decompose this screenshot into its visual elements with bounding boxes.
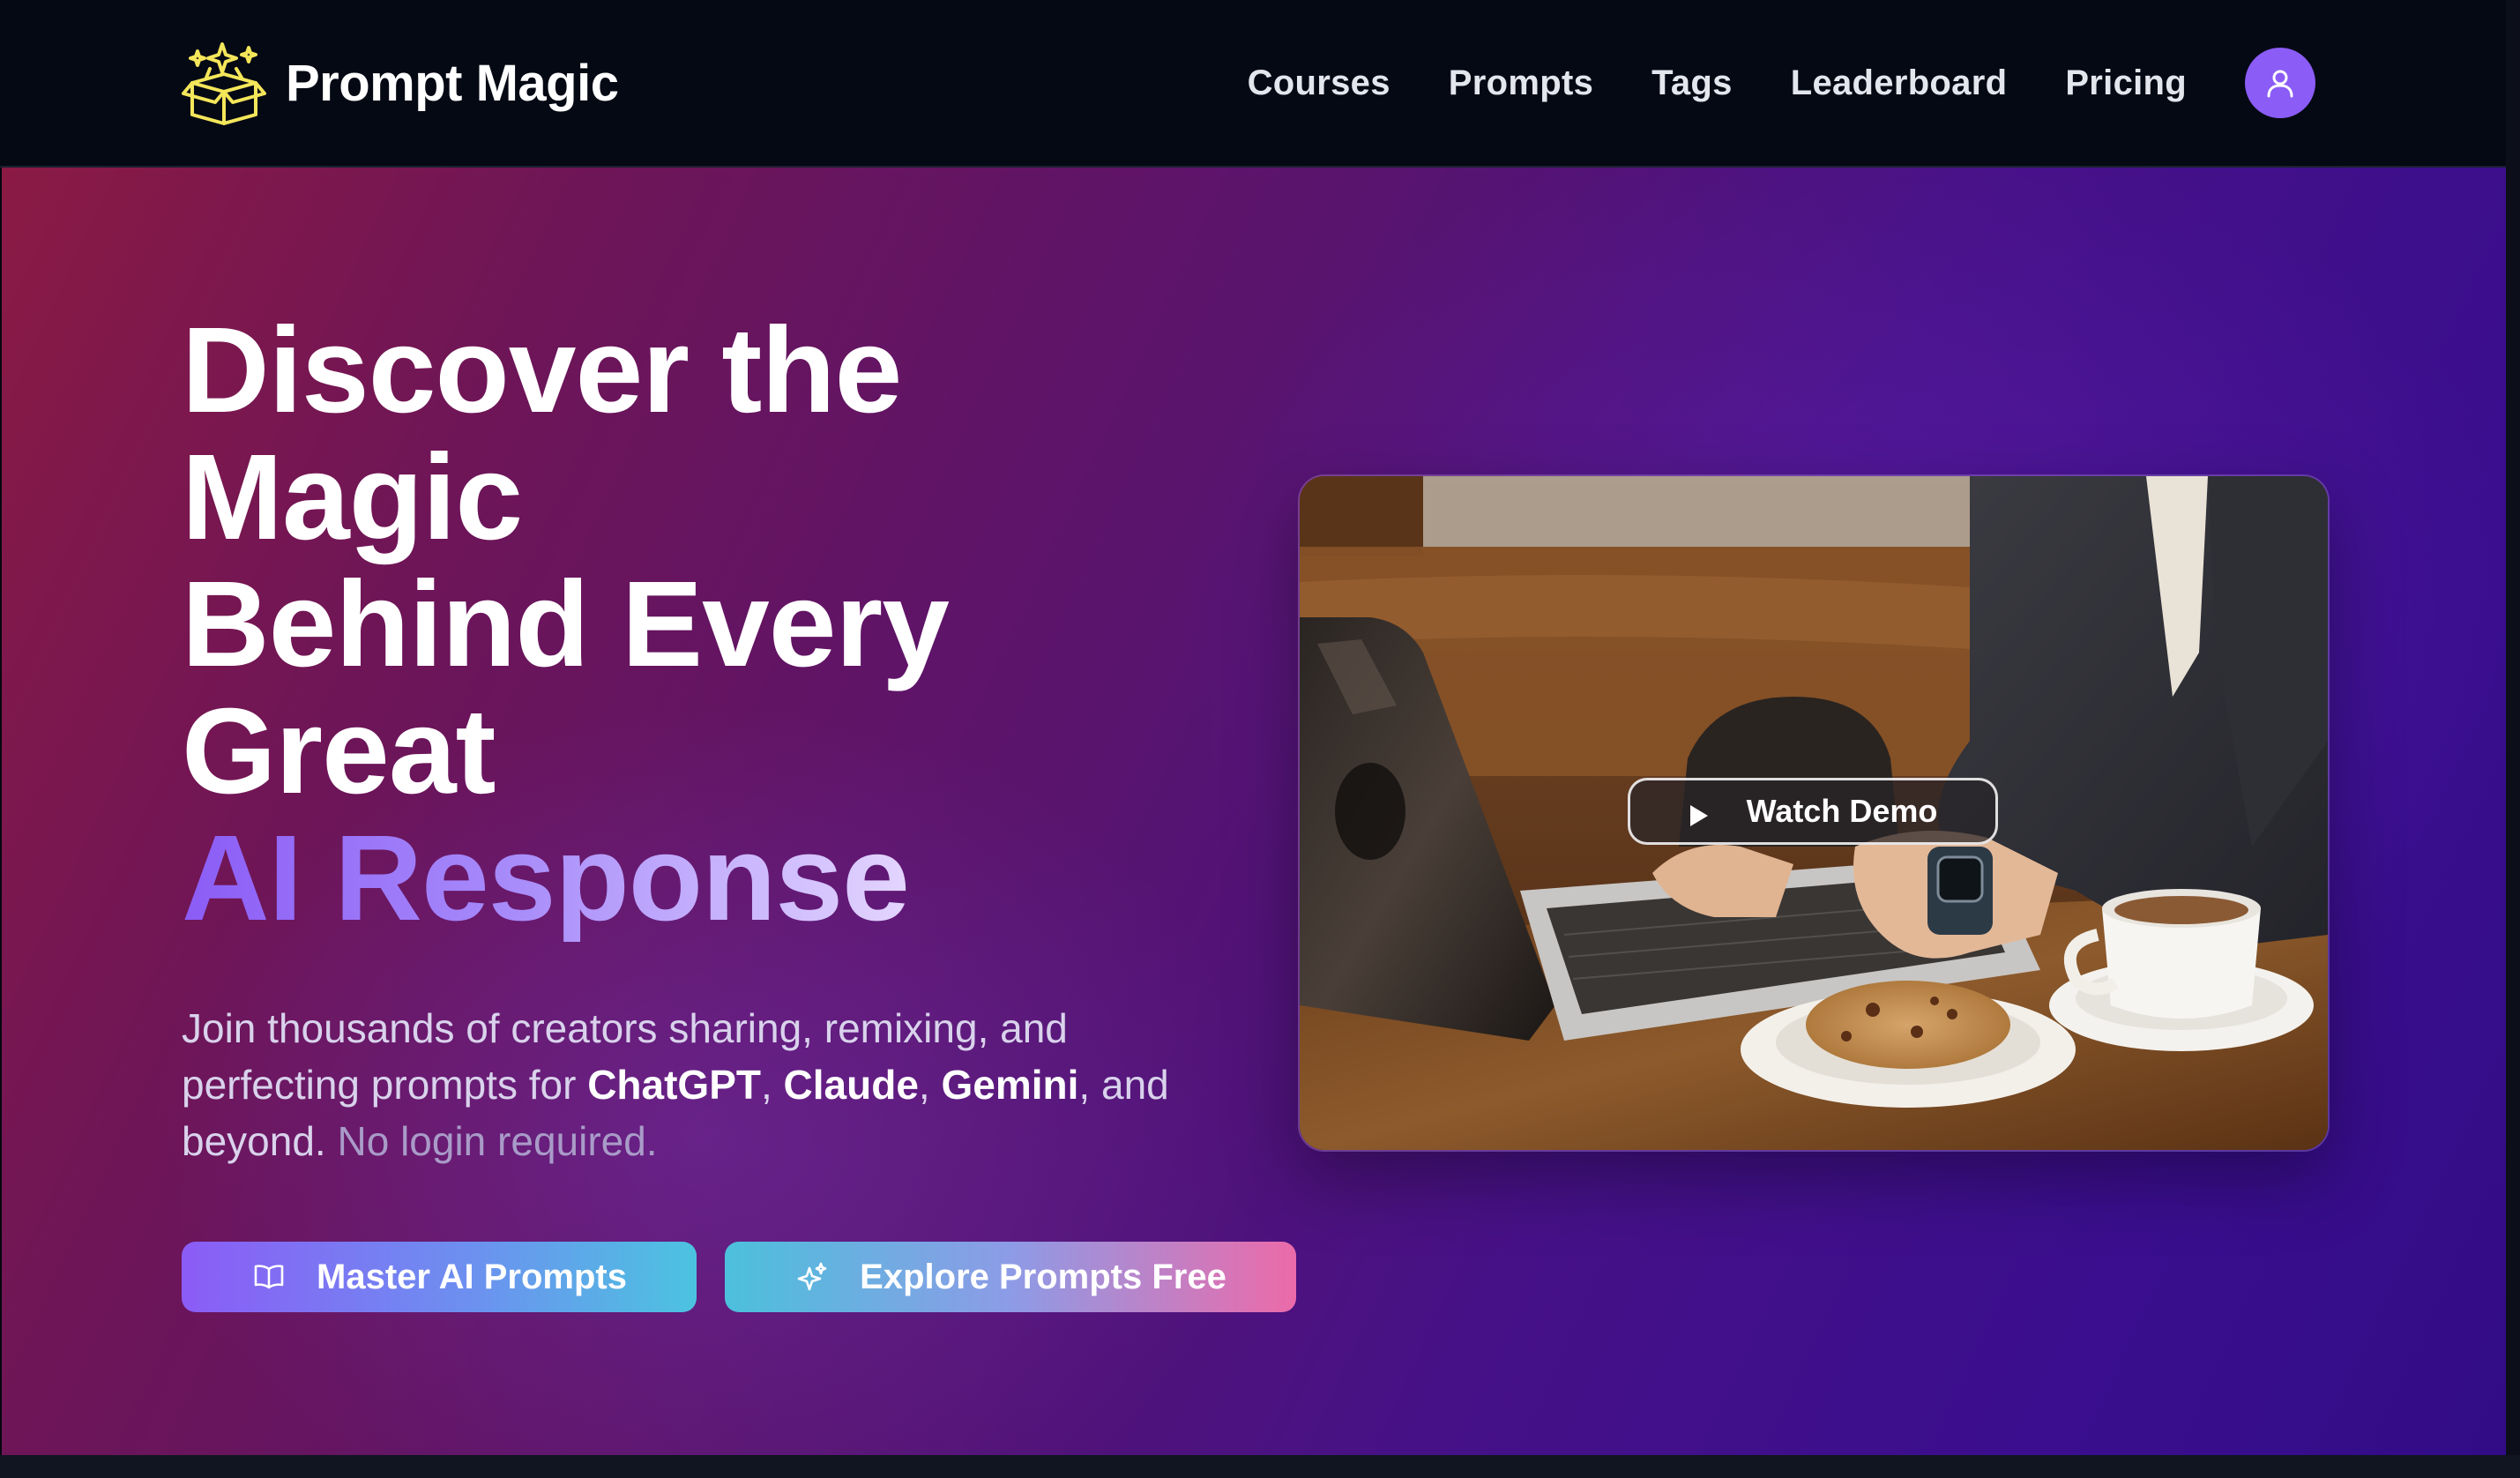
subtext-separator: , [918, 1062, 942, 1108]
model-claude: Claude [783, 1062, 919, 1108]
user-icon [2267, 70, 2293, 98]
main-nav: Courses Prompts Tags Leaderboard Pricing [1248, 44, 2315, 122]
sparkles-icon [794, 1259, 830, 1295]
headline-line-4: Great [182, 683, 496, 819]
headline-line-1: Discover the [182, 302, 902, 438]
watch-demo-button[interactable]: Watch Demo [1628, 778, 1998, 845]
watch-demo-label: Watch Demo [1746, 793, 1938, 829]
window-edge-right [2506, 0, 2520, 1478]
headline-line-2: Magic [182, 429, 523, 565]
hero-headline: Discover the Magic Behind Every Great AI… [182, 307, 1328, 942]
page: Prompt Magic Courses Prompts Tags Leader… [0, 0, 2520, 1478]
top-navbar: Prompt Magic Courses Prompts Tags Leader… [0, 0, 2506, 168]
subtext-separator: , [760, 1062, 784, 1108]
model-chatgpt: ChatGPT [587, 1062, 761, 1108]
model-gemini: Gemini [941, 1062, 1079, 1108]
explore-prompts-free-button[interactable]: Explore Prompts Free [725, 1242, 1296, 1312]
nav-pricing[interactable]: Pricing [2065, 63, 2187, 103]
nav-tags[interactable]: Tags [1651, 63, 1733, 103]
hero-subtext: Join thousands of creators sharing, remi… [182, 1000, 1178, 1169]
master-ai-prompts-button[interactable]: Master AI Prompts [182, 1242, 697, 1312]
nav-courses[interactable]: Courses [1248, 63, 1390, 103]
play-icon [1689, 799, 1710, 826]
nav-prompts[interactable]: Prompts [1449, 63, 1593, 103]
headline-accent: AI Response [182, 810, 910, 946]
user-avatar-button[interactable] [2245, 48, 2315, 118]
brand-link[interactable]: Prompt Magic [180, 37, 619, 129]
nav-leaderboard[interactable]: Leaderboard [1791, 63, 2008, 103]
master-ai-prompts-label: Master AI Prompts [317, 1257, 627, 1296]
headline-line-3: Behind Every [182, 556, 950, 692]
window-edge-bottom [0, 1455, 2520, 1478]
demo-video-thumbnail[interactable]: Watch Demo [1298, 474, 2330, 1152]
no-login-note: No login required. [337, 1118, 658, 1164]
magic-box-sparkles-icon [180, 39, 268, 127]
book-open-icon [251, 1259, 287, 1295]
explore-prompts-free-label: Explore Prompts Free [860, 1257, 1226, 1296]
brand-name: Prompt Magic [286, 54, 619, 112]
